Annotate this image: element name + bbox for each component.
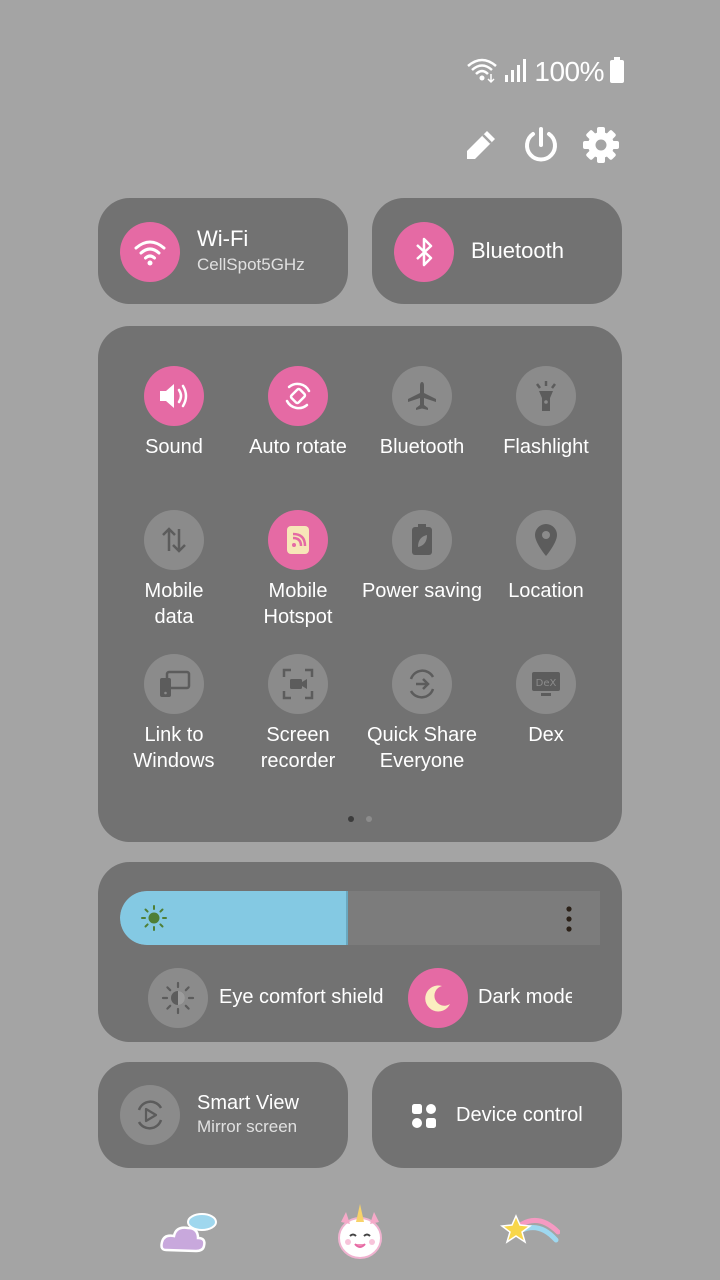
wifi-icon bbox=[466, 56, 498, 89]
device-control-icon bbox=[410, 1102, 438, 1130]
settings-icon[interactable] bbox=[578, 122, 624, 168]
device-control-label: Device control bbox=[456, 1104, 583, 1126]
power-saving-icon[interactable] bbox=[392, 510, 452, 570]
rotate-icon[interactable] bbox=[268, 366, 328, 426]
tile-label: Dex bbox=[528, 724, 564, 746]
smart-view-label: Smart View bbox=[197, 1092, 299, 1114]
shooting-star-sticker-icon bbox=[500, 1212, 561, 1252]
battery-percentage: 100% bbox=[534, 56, 604, 87]
eye-comfort-icon[interactable] bbox=[148, 968, 208, 1028]
wifi-network-name: CellSpot5GHz bbox=[197, 255, 305, 274]
eye-comfort-label: Eye comfort shield bbox=[219, 986, 384, 1008]
tile-label: Flashlight bbox=[503, 436, 589, 458]
flashlight-icon[interactable] bbox=[516, 366, 576, 426]
unicorn-sticker-icon bbox=[334, 1200, 386, 1262]
dark-mode-label: Dark mode bbox=[478, 986, 572, 1008]
wifi-label: Wi-Fi bbox=[197, 226, 249, 251]
signal-icon bbox=[504, 57, 528, 88]
brightness-more-icon[interactable] bbox=[564, 905, 574, 933]
page-dot-active bbox=[348, 816, 354, 822]
power-icon[interactable] bbox=[518, 122, 564, 168]
bluetooth-card[interactable]: Bluetooth bbox=[372, 198, 622, 304]
dark-mode-icon[interactable] bbox=[408, 968, 468, 1028]
smart-view-subtitle: Mirror screen bbox=[197, 1117, 298, 1136]
screen-recorder-icon[interactable] bbox=[268, 654, 328, 714]
device-control-card[interactable]: Device control bbox=[372, 1062, 622, 1168]
quick-share-icon[interactable] bbox=[392, 654, 452, 714]
display-card: Eye comfort shield Dark mode bbox=[98, 862, 622, 1042]
wifi-card[interactable]: Wi-Fi CellSpot5GHz bbox=[98, 198, 348, 304]
smart-view-card[interactable]: Smart View Mirror screen bbox=[98, 1062, 348, 1168]
bluetooth-label: Bluetooth bbox=[471, 238, 564, 263]
quick-settings-panel: Sound Auto rotate Bluetooth Flashlight M… bbox=[98, 326, 622, 842]
brightness-sun-icon bbox=[140, 904, 168, 932]
top-actions bbox=[456, 122, 626, 168]
wifi-toggle-icon[interactable] bbox=[120, 222, 180, 282]
hotspot-icon[interactable] bbox=[268, 510, 328, 570]
cloud-sticker-icon bbox=[158, 1206, 222, 1256]
battery-icon bbox=[610, 56, 624, 88]
mobile-data-icon[interactable] bbox=[144, 510, 204, 570]
volume-icon[interactable] bbox=[144, 366, 204, 426]
link-windows-icon[interactable] bbox=[144, 654, 204, 714]
airplane-icon[interactable] bbox=[392, 366, 452, 426]
smart-view-icon[interactable] bbox=[120, 1085, 180, 1145]
tile-label: Location bbox=[508, 580, 584, 602]
brightness-slider[interactable] bbox=[120, 891, 600, 945]
edit-icon[interactable] bbox=[458, 122, 504, 168]
location-icon[interactable] bbox=[516, 510, 576, 570]
status-bar: 100% bbox=[466, 56, 624, 88]
dex-icon[interactable]: DeX bbox=[516, 654, 576, 714]
bluetooth-icon[interactable] bbox=[394, 222, 454, 282]
svg-text:DeX: DeX bbox=[536, 678, 557, 689]
page-dot bbox=[366, 816, 372, 822]
